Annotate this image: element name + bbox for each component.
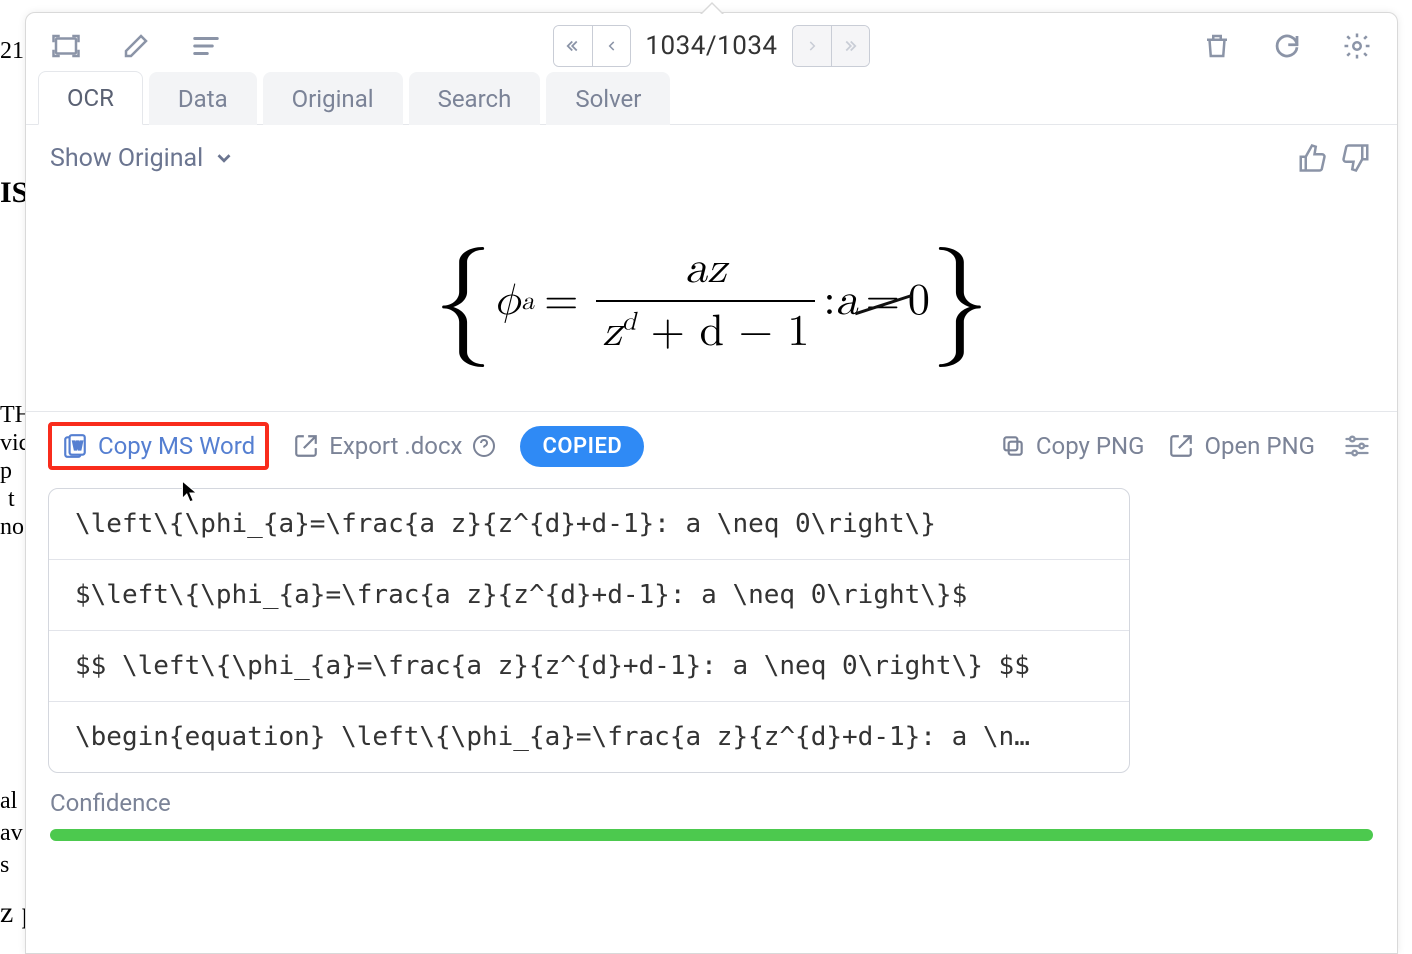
- left-brace: {: [433, 241, 493, 361]
- tab-ocr[interactable]: OCR: [38, 71, 143, 125]
- pager-last-button[interactable]: [831, 26, 869, 66]
- latex-code[interactable]: \begin{equation} \left\{\phi_{a}=\frac{a…: [49, 702, 1129, 772]
- bg-text: 21: [0, 38, 24, 65]
- pager-first-button[interactable]: [554, 26, 592, 66]
- formula-zero: 0: [908, 275, 930, 328]
- show-original-label: Show Original: [50, 144, 203, 173]
- content-area: Show Original { ϕa = az zd + d − 1: [26, 125, 1397, 953]
- pager-fwd-group: [792, 25, 870, 67]
- formula-den-z: z: [602, 310, 622, 354]
- export-icon: [293, 433, 319, 459]
- action-bar: W Copy MS Word Export .docx COPIED Copy …: [26, 411, 1397, 480]
- latex-row: $$ \left\{\phi_{a}=\frac{a z}{z^{d}+d-1}…: [49, 630, 1129, 701]
- pager: 1034/1034: [553, 25, 869, 67]
- thumbs-down-icon[interactable]: [1339, 141, 1373, 175]
- show-original-toggle[interactable]: Show Original: [50, 144, 235, 173]
- export-docx-button[interactable]: Export .docx: [293, 432, 496, 460]
- neq-icon: =: [866, 275, 900, 328]
- bg-text: t: [8, 486, 15, 513]
- copy-png-label: Copy PNG: [1036, 432, 1145, 460]
- gear-icon[interactable]: [1337, 26, 1377, 66]
- tab-solver[interactable]: Solver: [546, 72, 670, 125]
- word-icon: W: [62, 433, 88, 459]
- feedback-buttons: [1295, 141, 1373, 175]
- confidence-section: Confidence: [26, 773, 1397, 849]
- formula-colon: :: [823, 275, 835, 328]
- tab-search[interactable]: Search: [409, 72, 541, 125]
- app-panel: 1034/1034 OCR Data Or: [25, 12, 1398, 954]
- open-png-button[interactable]: Open PNG: [1168, 432, 1315, 460]
- subbar: Show Original: [26, 125, 1397, 191]
- copy-icon: [1000, 433, 1026, 459]
- bg-text: p: [0, 458, 12, 485]
- formula-den-rest: + d − 1: [636, 310, 809, 354]
- formula-eq: =: [544, 275, 578, 328]
- trash-icon[interactable]: [1197, 26, 1237, 66]
- pager-next-button[interactable]: [793, 26, 831, 66]
- tab-original[interactable]: Original: [263, 72, 403, 125]
- bg-text: no: [0, 514, 24, 541]
- latex-row: \begin{equation} \left\{\phi_{a}=\frac{a…: [49, 701, 1129, 772]
- formula-denominator: zd + d − 1: [596, 300, 815, 359]
- open-icon: [1168, 433, 1194, 459]
- chevron-down-icon: [213, 147, 235, 169]
- formula-numerator: az: [679, 243, 733, 300]
- toolbar-right: [1197, 26, 1377, 66]
- thumbs-up-icon[interactable]: [1295, 141, 1329, 175]
- formula-a: a: [836, 275, 858, 328]
- formula-phi: ϕ: [493, 275, 521, 328]
- bg-text: s: [0, 852, 9, 879]
- latex-block: \left\{\phi_{a}=\frac{a z}{z^{d}+d-1}: a…: [26, 480, 1152, 773]
- latex-code[interactable]: $\left\{\phi_{a}=\frac{a z}{z^{d}+d-1}: …: [49, 560, 1129, 630]
- refresh-icon[interactable]: [1267, 26, 1307, 66]
- latex-code[interactable]: \left\{\phi_{a}=\frac{a z}{z^{d}+d-1}: a…: [49, 489, 1129, 559]
- confidence-bar: [50, 829, 1373, 841]
- formula-fraction: az zd + d − 1: [596, 243, 815, 359]
- help-icon[interactable]: [472, 434, 496, 458]
- panel-pointer-notch: [700, 2, 724, 14]
- latex-row: \left\{\phi_{a}=\frac{a z}{z^{d}+d-1}: a…: [49, 489, 1129, 559]
- toolbar: 1034/1034: [26, 13, 1397, 71]
- latex-row: $\left\{\phi_{a}=\frac{a z}{z^{d}+d-1}: …: [49, 559, 1129, 630]
- bg-text: al: [0, 788, 17, 815]
- pager-back-group: [553, 25, 631, 67]
- bg-text: av: [0, 820, 23, 847]
- latex-list: \left\{\phi_{a}=\frac{a z}{z^{d}+d-1}: a…: [48, 488, 1130, 773]
- copy-msword-button[interactable]: W Copy MS Word: [48, 422, 269, 470]
- lines-icon[interactable]: [186, 26, 226, 66]
- svg-text:W: W: [73, 439, 83, 452]
- formula-phi-sub: a: [521, 286, 534, 317]
- export-docx-label: Export .docx: [329, 432, 462, 460]
- page-indicator: 1034/1034: [645, 31, 777, 61]
- copy-msword-label: Copy MS Word: [98, 432, 255, 460]
- latex-code[interactable]: $$ \left\{\phi_{a}=\frac{a z}{z^{d}+d-1}…: [49, 631, 1129, 701]
- open-png-label: Open PNG: [1204, 432, 1315, 460]
- rendered-formula: { ϕa = az zd + d − 1 : a = 0 }: [26, 191, 1397, 411]
- confidence-label: Confidence: [50, 789, 1373, 817]
- tab-data[interactable]: Data: [149, 72, 257, 125]
- formula-den-sup: d: [622, 308, 636, 334]
- right-brace: }: [930, 241, 990, 361]
- pager-prev-button[interactable]: [592, 26, 630, 66]
- copy-png-button[interactable]: Copy PNG: [1000, 432, 1145, 460]
- edit-icon[interactable]: [116, 26, 156, 66]
- sliders-icon[interactable]: [1339, 428, 1375, 464]
- snip-icon[interactable]: [46, 26, 86, 66]
- tabs: OCR Data Original Search Solver: [26, 71, 1397, 125]
- copied-badge: COPIED: [520, 426, 644, 467]
